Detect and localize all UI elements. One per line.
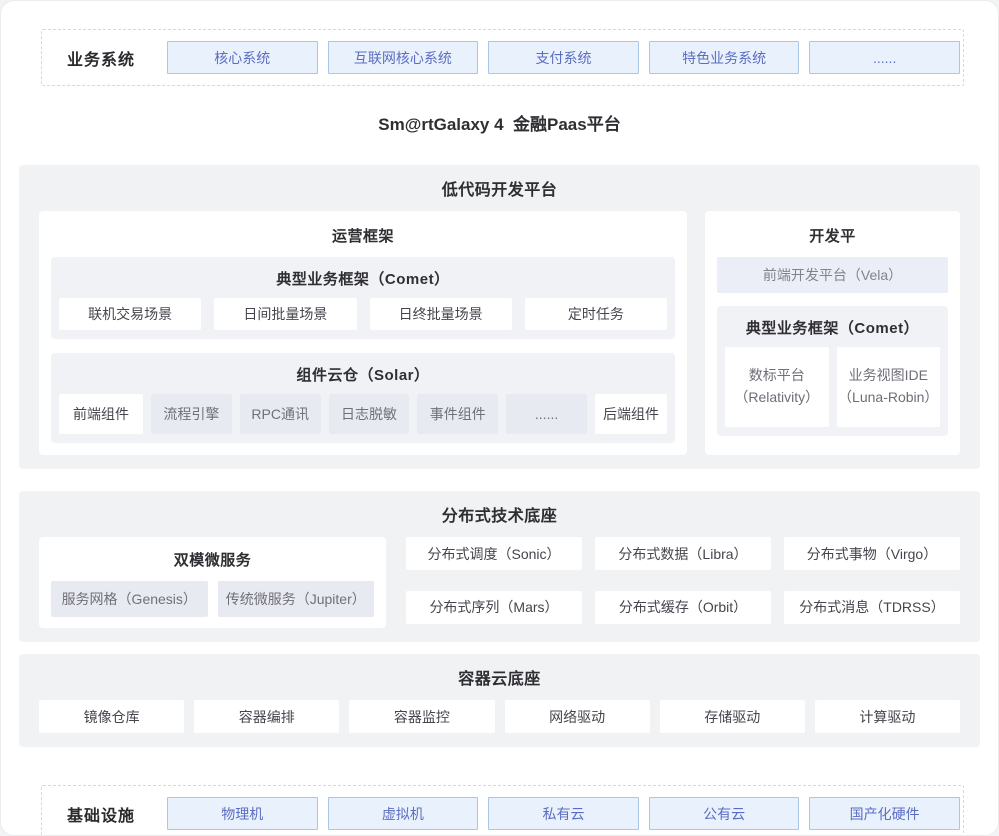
comet-scene-timer: 定时任务	[525, 298, 667, 330]
relativity-line1: 数标平台	[749, 365, 805, 387]
business-systems-chips: 核心系统 互联网核心系统 支付系统 特色业务系统 ......	[167, 41, 960, 74]
infra-chip-private-cloud: 私有云	[488, 797, 639, 830]
container-cloud-title: 容器云底座	[39, 665, 960, 689]
dev-comet-title: 典型业务框架（Comet）	[725, 317, 940, 338]
infrastructure-label: 基础设施	[67, 802, 145, 826]
container-orchestration: 容器编排	[194, 700, 339, 733]
dual-mode-title: 双模微服务	[51, 549, 374, 570]
solar-log-masking: 日志脱敏	[329, 394, 410, 434]
network-driver: 网络驱动	[505, 700, 650, 733]
lowcode-platform-section: 低代码开发平台 运营框架 典型业务框架（Comet） 联机交易场景 日间批量场景…	[19, 165, 980, 469]
distributed-base-title: 分布式技术底座	[39, 502, 960, 526]
infrastructure-row: 基础设施 物理机 虚拟机 私有云 公有云 国产化硬件	[41, 785, 964, 836]
genesis-service-mesh: 服务网格（Genesis）	[51, 581, 208, 617]
operation-framework-panel: 运营框架 典型业务框架（Comet） 联机交易场景 日间批量场景 日终批量场景 …	[39, 211, 687, 455]
business-system-chip-core: 核心系统	[167, 41, 318, 74]
orbit-cache: 分布式缓存（Orbit）	[595, 591, 771, 624]
container-monitoring: 容器监控	[349, 700, 494, 733]
jupiter-microservice: 传统微服务（Jupiter）	[218, 581, 375, 617]
business-system-chip-payment: 支付系统	[488, 41, 639, 74]
solar-rpc: RPC通讯	[240, 394, 321, 434]
solar-backend-components: 后端组件	[595, 394, 667, 434]
tdrss-message: 分布式消息（TDRSS）	[784, 591, 960, 624]
luna-robin-ide: 业务视图IDE （Luna-Robin）	[837, 347, 941, 427]
image-registry: 镜像仓库	[39, 700, 184, 733]
virgo-transaction: 分布式事物（Virgo）	[784, 537, 960, 570]
solar-more: ......	[506, 394, 587, 434]
container-cloud-section: 容器云底座 镜像仓库 容器编排 容器监控 网络驱动 存储驱动 计算驱动	[19, 654, 980, 747]
relativity-line2: （Relativity）	[734, 387, 819, 409]
business-system-chip-more: ......	[809, 41, 960, 74]
comet-framework-title: 典型业务框架（Comet）	[59, 268, 667, 289]
business-system-chip-special: 特色业务系统	[649, 41, 800, 74]
business-systems-row: 业务系统 核心系统 互联网核心系统 支付系统 特色业务系统 ......	[41, 29, 964, 86]
comet-scene-eod-batch: 日终批量场景	[370, 298, 512, 330]
dev-comet-subpanel: 典型业务框架（Comet） 数标平台 （Relativity） 业务视图IDE …	[717, 306, 948, 436]
infra-chip-domestic-hw: 国产化硬件	[809, 797, 960, 830]
operation-framework-title: 运营框架	[51, 225, 675, 246]
infra-chip-public-cloud: 公有云	[649, 797, 800, 830]
dual-mode-microservice-panel: 双模微服务 服务网格（Genesis） 传统微服务（Jupiter）	[39, 537, 386, 628]
solar-frontend-components: 前端组件	[59, 394, 143, 434]
business-systems-label: 业务系统	[67, 46, 145, 70]
solar-title: 组件云仓（Solar）	[59, 364, 667, 385]
distributed-base-section: 分布式技术底座 双模微服务 服务网格（Genesis） 传统微服务（Jupite…	[19, 491, 980, 642]
platform-title: Sm@rtGalaxy 4 金融Paas平台	[1, 110, 998, 135]
infra-chip-physical: 物理机	[167, 797, 318, 830]
luna-robin-line1: 业务视图IDE	[849, 365, 928, 387]
solar-event-components: 事件组件	[417, 394, 498, 434]
business-system-chip-internet-core: 互联网核心系统	[328, 41, 479, 74]
solar-flow-engine: 流程引擎	[151, 394, 232, 434]
vela-frontend-platform: 前端开发平台（Vela）	[717, 257, 948, 293]
architecture-diagram: 业务系统 核心系统 互联网核心系统 支付系统 特色业务系统 ...... Sm@…	[0, 0, 999, 836]
luna-robin-line2: （Luna-Robin）	[838, 387, 938, 409]
libra-data: 分布式数据（Libra）	[595, 537, 771, 570]
lowcode-platform-title: 低代码开发平台	[39, 176, 960, 200]
relativity-platform: 数标平台 （Relativity）	[725, 347, 829, 427]
comet-framework-subpanel: 典型业务框架（Comet） 联机交易场景 日间批量场景 日终批量场景 定时任务	[51, 257, 675, 339]
comet-scene-day-batch: 日间批量场景	[214, 298, 356, 330]
compute-driver: 计算驱动	[815, 700, 960, 733]
infra-chip-virtual: 虚拟机	[328, 797, 479, 830]
infrastructure-chips: 物理机 虚拟机 私有云 公有云 国产化硬件	[167, 797, 960, 830]
comet-scene-online: 联机交易场景	[59, 298, 201, 330]
dev-platform-title: 开发平	[717, 225, 948, 246]
sonic-scheduler: 分布式调度（Sonic）	[406, 537, 582, 570]
solar-subpanel: 组件云仓（Solar） 前端组件 流程引擎 RPC通讯 日志脱敏 事件组件 ..…	[51, 353, 675, 443]
mars-sequence: 分布式序列（Mars）	[406, 591, 582, 624]
storage-driver: 存储驱动	[660, 700, 805, 733]
dev-platform-panel: 开发平 前端开发平台（Vela） 典型业务框架（Comet） 数标平台 （Rel…	[705, 211, 960, 455]
